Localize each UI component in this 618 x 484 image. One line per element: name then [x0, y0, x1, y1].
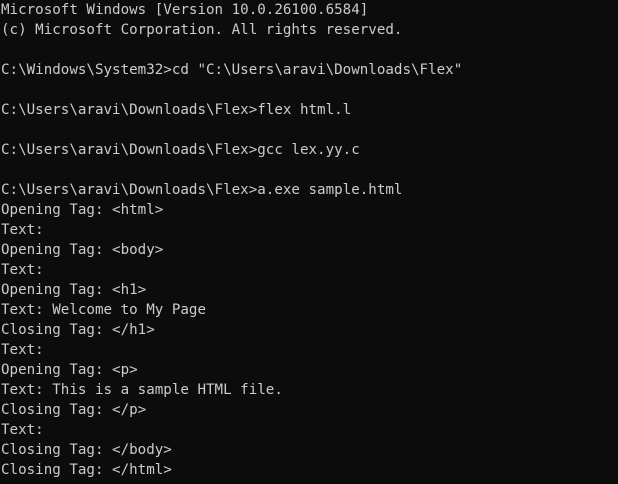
terminal-line: Text: [1, 262, 44, 278]
terminal-output[interactable]: Microsoft Windows [Version 10.0.26100.65… [0, 0, 618, 484]
terminal-line: Closing Tag: </p> [1, 402, 147, 418]
terminal-line: Opening Tag: <p> [1, 362, 138, 378]
terminal-line: Opening Tag: <h1> [1, 282, 147, 298]
terminal-line: C:\Users\aravi\Downloads\Flex>gcc lex.yy… [1, 142, 360, 158]
terminal-line: (c) Microsoft Corporation. All rights re… [1, 22, 403, 38]
terminal-line: C:\Users\aravi\Downloads\Flex>flex html.… [1, 102, 352, 118]
terminal-line: Text: [1, 222, 44, 238]
terminal-line: Microsoft Windows [Version 10.0.26100.65… [1, 2, 369, 18]
terminal-line: Text: [1, 422, 44, 438]
terminal-line: Closing Tag: </body> [1, 442, 172, 458]
terminal-line: C:\Windows\System32>cd "C:\Users\aravi\D… [1, 62, 463, 78]
terminal-line: Closing Tag: </h1> [1, 322, 155, 338]
terminal-line: C:\Users\aravi\Downloads\Flex>a.exe samp… [1, 182, 403, 198]
terminal-line: Text: Welcome to My Page [1, 302, 206, 318]
terminal-line: Opening Tag: <html> [1, 202, 164, 218]
terminal-line: Closing Tag: </html> [1, 462, 172, 478]
terminal-line: Text: This is a sample HTML file. [1, 382, 283, 398]
terminal-line: Text: [1, 342, 44, 358]
terminal-line: Opening Tag: <body> [1, 242, 164, 258]
